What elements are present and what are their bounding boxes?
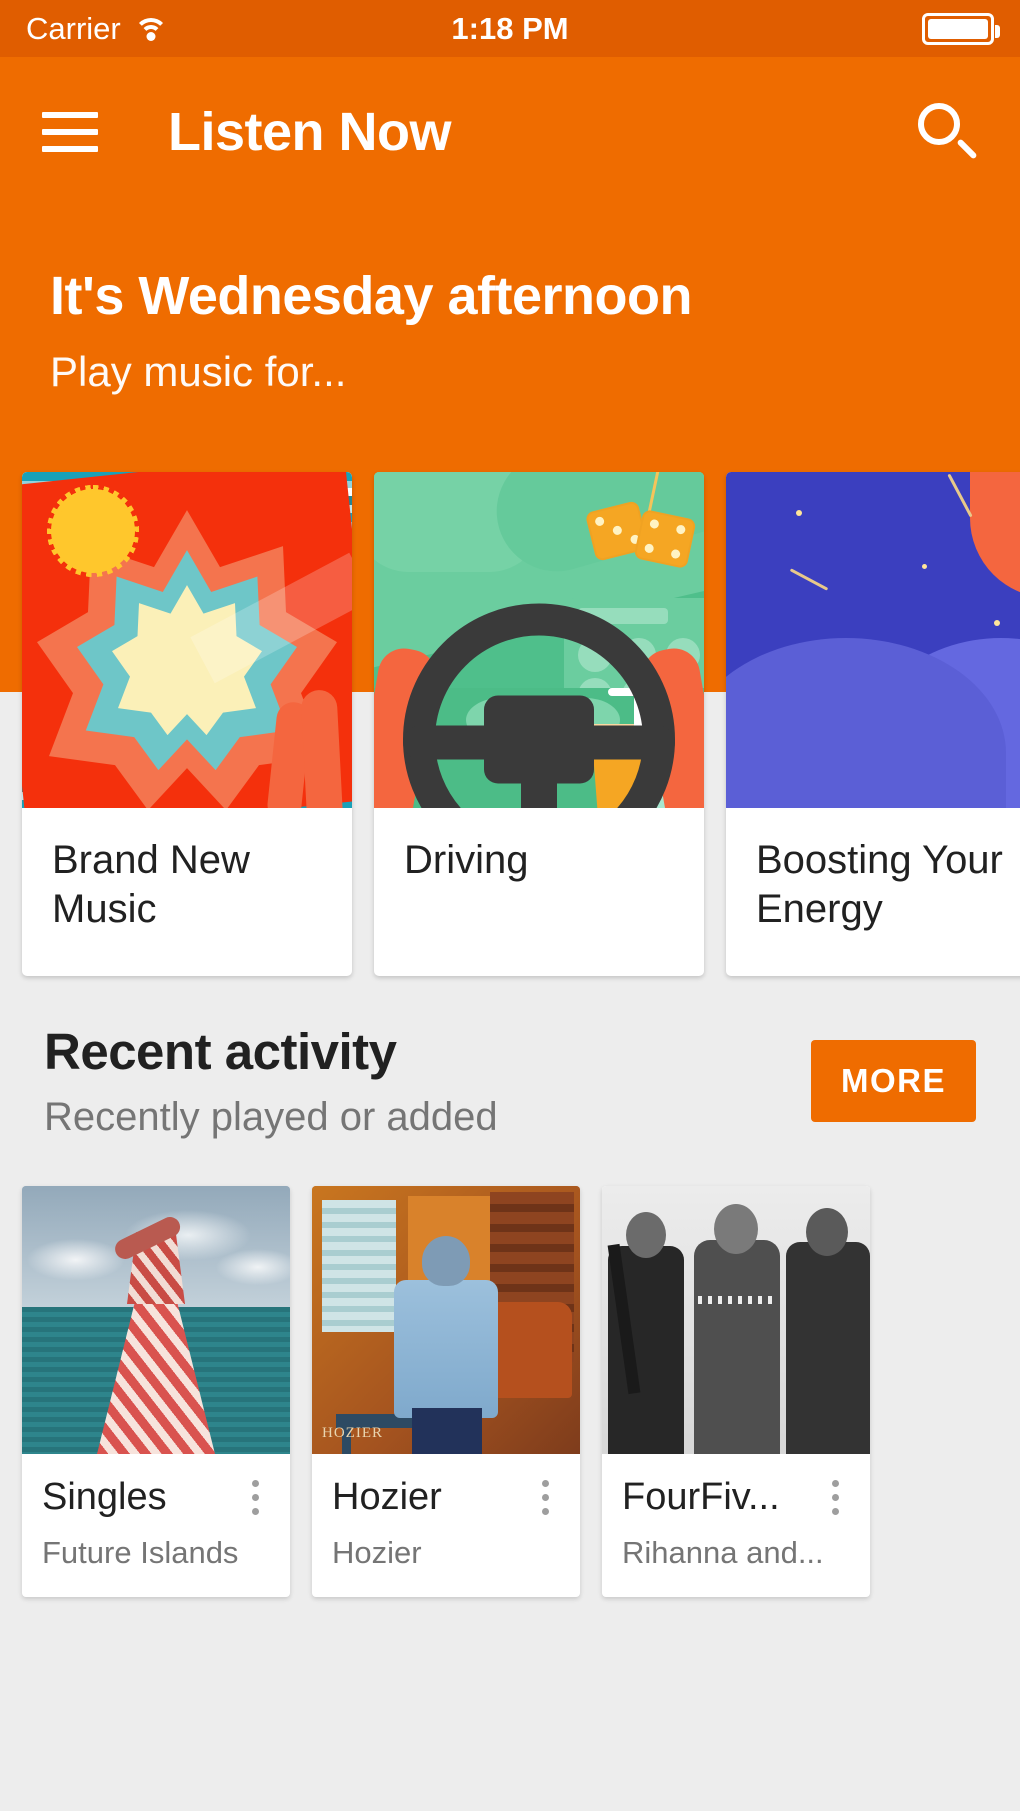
album-artist: Future Islands: [42, 1535, 239, 1570]
album-card[interactable]: Singles Future Islands: [22, 1186, 290, 1597]
kebab-menu-icon[interactable]: [240, 1480, 270, 1515]
album-meta: FourFiv... Rihanna and...: [602, 1454, 870, 1597]
recent-activity-texts: Recent activity Recently played or added: [44, 1022, 811, 1140]
page-bottom-spacer: [0, 1597, 1020, 1617]
album-title: FourFiv...: [622, 1476, 780, 1518]
status-bar-right: [922, 12, 1000, 45]
situation-card[interactable]: Driving: [374, 472, 704, 976]
hamburger-menu-icon[interactable]: [42, 112, 98, 152]
hero-subtitle: Play music for...: [50, 348, 347, 396]
album-title: Singles: [42, 1476, 167, 1518]
night-hills-artwork: [726, 472, 1020, 808]
situation-cards-section: Brand New Music Driving Boosting Your En…: [0, 472, 1020, 982]
steering-wheel-artwork: [374, 472, 704, 808]
situation-card-label: Driving: [404, 838, 529, 882]
album-art-signature: HOZIER: [322, 1425, 383, 1441]
kebab-menu-icon[interactable]: [820, 1480, 850, 1515]
situation-card[interactable]: Brand New Music: [22, 472, 352, 976]
album-meta: Hozier Hozier: [312, 1454, 580, 1597]
album-card[interactable]: HOZIER Hozier Hozier: [312, 1186, 580, 1597]
situation-card[interactable]: Boosting Your Energy: [726, 472, 1020, 976]
battery-icon: [922, 12, 1000, 45]
situation-card-label: Brand New Music: [52, 838, 250, 931]
status-bar: Carrier 1:18 PM: [0, 0, 1020, 57]
hero-title: It's Wednesday afternoon: [50, 266, 692, 326]
wifi-icon: [133, 16, 168, 42]
singles-album-art: [22, 1186, 290, 1454]
hero-section: It's Wednesday afternoon Play music for.…: [0, 207, 1020, 472]
album-title-row: Hozier: [332, 1476, 560, 1519]
more-button[interactable]: MORE: [811, 1040, 976, 1122]
search-icon[interactable]: [916, 101, 978, 163]
recent-activity-carousel[interactable]: Singles Future Islands HOZIER Hozier Hoz…: [0, 1140, 1020, 1597]
recent-activity-title: Recent activity: [44, 1023, 397, 1080]
kebab-menu-icon[interactable]: [530, 1480, 560, 1515]
app-bar: Listen Now: [0, 57, 1020, 207]
carrier-label: Carrier: [26, 10, 121, 46]
recent-activity-subtitle: Recently played or added: [44, 1095, 498, 1139]
situation-card-label: Boosting Your Energy: [756, 838, 1003, 931]
album-meta: Singles Future Islands: [22, 1454, 290, 1597]
album-title-row: FourFiv...: [622, 1476, 850, 1519]
album-title-row: Singles: [42, 1476, 270, 1519]
album-card[interactable]: FourFiv... Rihanna and...: [602, 1186, 870, 1597]
hozier-album-art: HOZIER: [312, 1186, 580, 1454]
page-title: Listen Now: [168, 102, 452, 162]
recent-activity-header: Recent activity Recently played or added…: [0, 982, 1020, 1140]
fourfiveseconds-album-art: [602, 1186, 870, 1454]
album-artist: Rihanna and...: [622, 1535, 824, 1570]
status-bar-left: Carrier: [26, 11, 168, 47]
album-title: Hozier: [332, 1476, 442, 1518]
starburst-poster-artwork: [22, 472, 352, 808]
album-artist: Hozier: [332, 1535, 422, 1570]
situation-cards-carousel[interactable]: Brand New Music Driving Boosting Your En…: [0, 472, 1020, 976]
